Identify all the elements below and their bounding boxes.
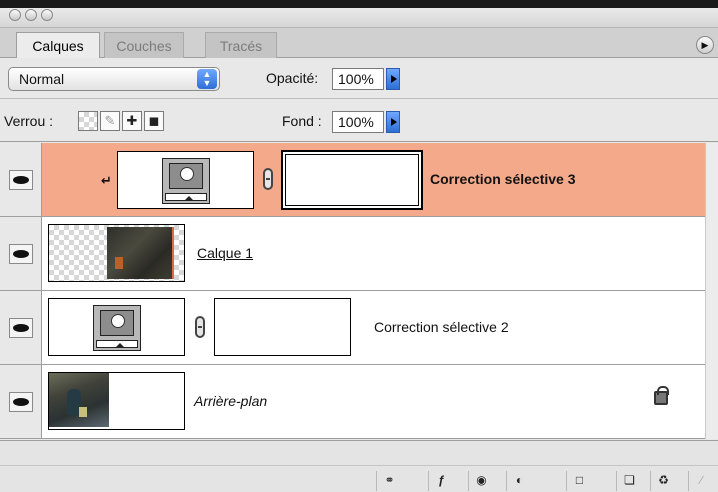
layer-thumbnail[interactable] [48,224,185,282]
lock-toolbar: Verrou : ✎ ✚ ◼ Fond : 100% [0,100,718,142]
opacity-slider-arrow[interactable] [386,68,400,90]
trash-icon[interactable]: ♻ [650,471,676,491]
layer-image [107,227,172,279]
panel-menu-button[interactable]: ▶ [696,36,714,54]
visibility-cell[interactable] [0,365,42,438]
bottom-separator [0,465,718,466]
lock-icon [654,386,669,405]
select-arrows-icon: ▲ ▼ [197,69,217,89]
layer-thumbnail[interactable] [48,372,185,430]
close-window-button[interactable] [9,9,21,21]
visibility-cell[interactable] [0,143,42,216]
selective-color-icon [162,158,210,204]
mask-icon[interactable]: ◉ [468,471,494,491]
mask-thumbnail[interactable] [214,298,351,356]
opacity-label: Opacité: [266,70,319,86]
tab-traces[interactable]: Tracés [205,32,277,58]
lock-transparency-icon[interactable] [78,111,98,131]
blend-mode-select[interactable]: Normal ▲ ▼ [8,67,220,91]
panel-tab-row: Tracés Couches Calques ▶ [0,28,718,58]
eye-icon[interactable] [9,170,33,190]
eye-icon[interactable] [9,392,33,412]
layer-row[interactable]: Arrière-plan [0,365,705,439]
resize-grip-icon[interactable]: ∕ [688,471,714,491]
eye-icon[interactable] [9,244,33,264]
layers-bottom-bar: ⚭ ƒ ◉ ◐ □ ❏ ♻ ∕ [0,440,718,492]
fill-slider-arrow[interactable] [386,111,400,133]
zoom-window-button[interactable] [41,9,53,21]
lock-all-icon[interactable]: ◼ [144,111,164,131]
layer-name[interactable]: Calque 1 [197,245,253,261]
layer-name[interactable]: Correction sélective 2 [374,319,509,335]
adjustment-icon[interactable]: ◐ [506,471,532,491]
layer-image [49,373,109,427]
fill-label: Fond : [282,113,322,129]
layer-row[interactable]: Correction sélective 2 [0,291,705,365]
tab-calques[interactable]: Calques [16,32,100,58]
window-titlebar [0,0,718,28]
folder-icon[interactable]: □ [566,471,592,491]
minimize-window-button[interactable] [25,9,37,21]
lock-label: Verrou : [4,113,54,129]
clip-arrow-icon: ↵ [101,173,112,188]
layer-row[interactable]: Calque 1 [0,217,705,291]
blend-mode-value: Normal [19,71,65,87]
fill-input[interactable]: 100% [332,111,384,133]
link-icon[interactable]: ⚭ [376,471,402,491]
opacity-input[interactable]: 100% [332,68,384,90]
eye-icon[interactable] [9,318,33,338]
selective-color-icon [93,305,141,351]
link-chain-icon[interactable] [263,168,273,190]
mask-thumbnail[interactable] [281,150,423,210]
new-layer-icon[interactable]: ❏ [616,471,642,491]
visibility-cell[interactable] [0,291,42,364]
layer-name[interactable]: Correction sélective 3 [430,171,576,187]
lock-paint-icon[interactable]: ✎ [100,111,120,131]
layers-list: ↵ Correction sélective 3 Calque 1 Correc… [0,143,705,439]
tab-couches[interactable]: Couches [104,32,184,58]
adjustment-thumbnail[interactable] [117,151,254,209]
visibility-cell[interactable] [0,217,42,290]
adjustment-thumbnail[interactable] [48,298,185,356]
layer-name[interactable]: Arrière-plan [194,393,267,409]
layers-scrollbar[interactable] [705,143,718,439]
link-chain-icon[interactable] [195,316,205,338]
window-top-edge [0,0,718,8]
blend-toolbar: Normal ▲ ▼ Opacité: 100% [0,59,718,99]
layer-row[interactable]: ↵ Correction sélective 3 [0,143,705,217]
lock-position-icon[interactable]: ✚ [122,111,142,131]
layer-style-icon[interactable]: ƒ [428,471,454,491]
